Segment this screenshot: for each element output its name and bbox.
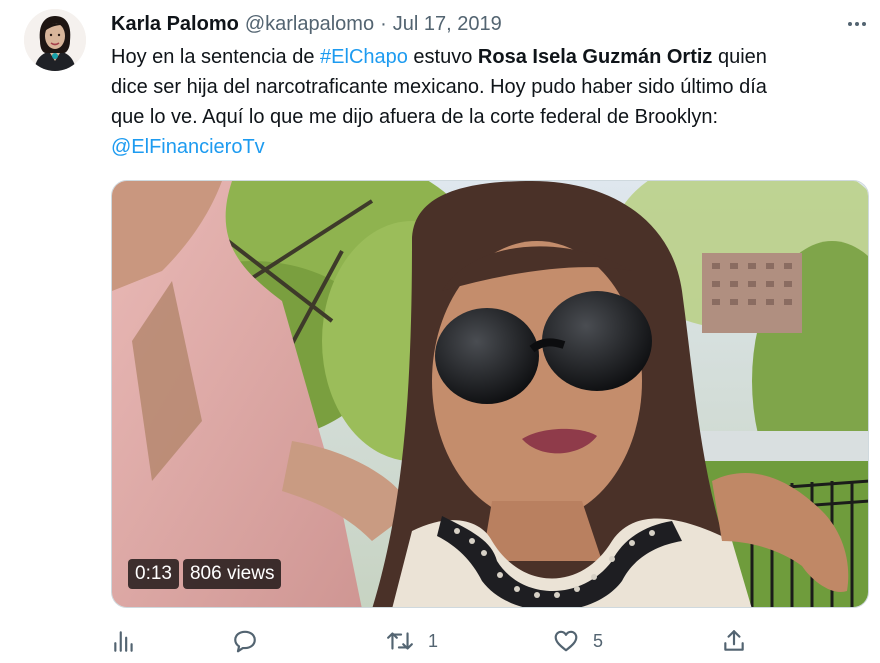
video-player[interactable]: 0:13 806 views — [111, 180, 869, 608]
video-views: 806 views — [182, 559, 282, 589]
video-badges: 0:13 806 views — [128, 559, 282, 589]
text-segment: quien — [712, 46, 767, 68]
tweet-text-line-1: Hoy en la sentencia de #ElChapo estuvo R… — [111, 42, 863, 72]
author-name[interactable]: Karla Palomo — [111, 13, 239, 36]
action-bar: 1 5 — [111, 624, 751, 658]
share-button[interactable] — [721, 624, 747, 658]
author-handle[interactable]: @karlapalomo — [245, 13, 374, 36]
tweet: Karla Palomo @karlapalomo · Jul 17, 2019… — [0, 0, 880, 663]
video-duration: 0:13 — [128, 559, 179, 589]
more-dot — [855, 22, 859, 26]
text-segment: estuvo — [407, 46, 478, 68]
like-count: 5 — [593, 630, 604, 651]
text-segment: Hoy en la sentencia de — [111, 46, 321, 68]
more-dot — [862, 22, 866, 26]
reply-button[interactable] — [232, 624, 258, 658]
mention-link[interactable]: @ElFinancieroTv — [111, 136, 265, 158]
more-dots-icon[interactable] — [843, 12, 871, 36]
retweet-count: 1 — [428, 630, 439, 651]
hashtag-link[interactable]: #ElChapo — [320, 46, 408, 68]
retweet-button[interactable]: 1 — [386, 624, 438, 658]
like-icon — [554, 630, 578, 652]
tweet-text-line-2: dice ser hija del narcotraficante mexica… — [111, 76, 767, 98]
tweet-date[interactable]: Jul 17, 2019 — [393, 13, 502, 36]
like-button[interactable]: 5 — [553, 624, 603, 658]
tweet-text-line-3: que lo ve. Aquí lo que me dijo afuera de… — [111, 106, 719, 128]
video-thumbnail — [112, 181, 868, 607]
tweet-header: Karla Palomo @karlapalomo · Jul 17, 2019 — [111, 10, 502, 38]
avatar[interactable] — [24, 9, 86, 71]
bold-name: Rosa Isela Guzmán Ortiz — [477, 46, 713, 68]
retweet-icon — [387, 632, 413, 650]
more-dot — [848, 22, 852, 26]
tweet-text: Hoy en la sentencia de #ElChapo estuvo R… — [111, 42, 863, 162]
reply-icon — [234, 630, 256, 653]
share-icon — [724, 630, 744, 651]
tweet-text-line-4: @ElFinancieroTv — [111, 132, 863, 162]
analytics-button[interactable] — [111, 624, 137, 658]
separator: · — [380, 12, 387, 35]
analytics-icon — [114, 631, 133, 652]
